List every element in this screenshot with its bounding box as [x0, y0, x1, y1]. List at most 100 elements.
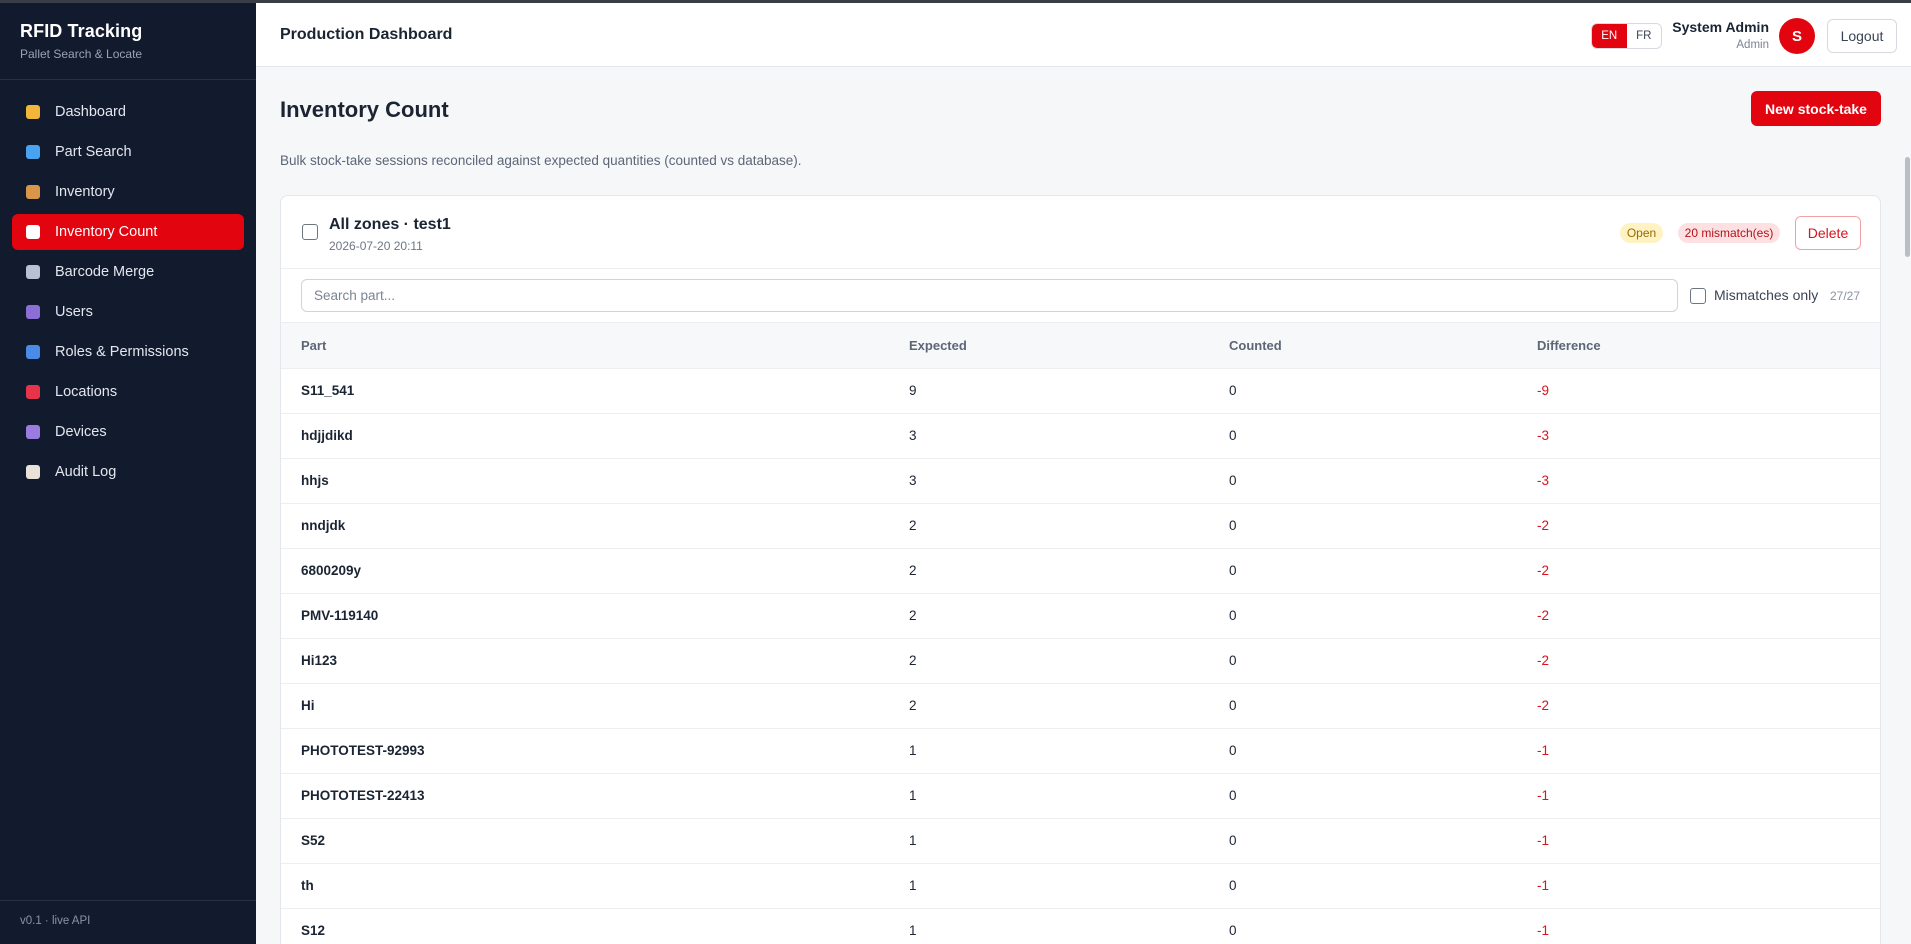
link-icon	[26, 265, 40, 279]
document-icon	[26, 465, 40, 479]
part-cell: nndjdk	[281, 503, 909, 549]
expected-cell: 9	[909, 368, 1229, 414]
table-row[interactable]: PMV-119140 2 0 -2	[281, 593, 1880, 639]
expected-cell: 1	[909, 818, 1229, 864]
avatar[interactable]: S	[1779, 18, 1815, 54]
sidebar-item-audit-log[interactable]: Audit Log	[12, 454, 244, 490]
table-row[interactable]: hdjjdikd 3 0 -3	[281, 413, 1880, 459]
status-badge: Open	[1620, 223, 1663, 243]
difference-cell: -2	[1537, 683, 1880, 729]
column-header-difference[interactable]: Difference	[1537, 323, 1880, 369]
difference-cell: -1	[1537, 863, 1880, 909]
new-stock-take-button[interactable]: New stock-take	[1751, 91, 1881, 126]
logout-button[interactable]: Logout	[1827, 19, 1897, 53]
expected-cell: 3	[909, 413, 1229, 459]
mismatch-badge: 20 mismatch(es)	[1678, 223, 1780, 243]
sidebar-item-label: Roles & Permissions	[55, 344, 189, 360]
counted-cell: 0	[1229, 458, 1537, 504]
mismatches-only-label[interactable]: Mismatches only	[1714, 287, 1818, 303]
table-row[interactable]: S12 1 0 -1	[281, 908, 1880, 944]
sidebar-item-locations[interactable]: Locations	[12, 374, 244, 410]
page-scrollbar[interactable]	[1903, 67, 1911, 944]
column-header-expected[interactable]: Expected	[909, 323, 1229, 369]
table-row[interactable]: Hi123 2 0 -2	[281, 638, 1880, 684]
table-row[interactable]: th 1 0 -1	[281, 863, 1880, 909]
lang-en-button[interactable]: EN	[1592, 24, 1627, 48]
sidebar-item-label: Inventory Count	[55, 224, 158, 240]
stock-take-session-card: All zones · test1 2026-07-20 20:11 Open …	[280, 195, 1881, 944]
part-cell: S12	[281, 908, 909, 944]
sidebar-nav: Dashboard Part Search Inventory Inventory C…	[0, 80, 256, 490]
user-name: System Admin	[1672, 19, 1769, 35]
counted-cell: 0	[1229, 638, 1537, 684]
part-cell: hhjs	[281, 458, 909, 504]
part-cell: PMV-119140	[281, 593, 909, 639]
counted-cell: 0	[1229, 728, 1537, 774]
table-row[interactable]: PHOTOTEST-22413 1 0 -1	[281, 773, 1880, 819]
part-cell: PHOTOTEST-92993	[281, 728, 909, 774]
search-input[interactable]	[301, 279, 1678, 312]
counted-cell: 0	[1229, 413, 1537, 459]
sidebar-item-part-search[interactable]: Part Search	[12, 134, 244, 170]
mismatches-only-checkbox[interactable]	[1690, 288, 1706, 304]
part-cell: Hi	[281, 683, 909, 729]
scrollbar-thumb[interactable]	[1905, 157, 1910, 257]
expected-cell: 2	[909, 638, 1229, 684]
difference-cell: -2	[1537, 548, 1880, 594]
table-row[interactable]: S52 1 0 -1	[281, 818, 1880, 864]
part-cell: S11_541	[281, 368, 909, 414]
table-header-row: Part Expected Counted Difference	[281, 323, 1880, 369]
version-footer: v0.1 · live API	[0, 900, 256, 944]
sidebar-item-dashboard[interactable]: Dashboard	[12, 94, 244, 130]
sidebar-item-barcode-merge[interactable]: Barcode Merge	[12, 254, 244, 290]
search-row: Mismatches only 27/27	[281, 269, 1880, 323]
magnifier-icon	[26, 145, 40, 159]
lang-fr-button[interactable]: FR	[1627, 24, 1662, 48]
expected-cell: 1	[909, 728, 1229, 774]
table-row[interactable]: hhjs 3 0 -3	[281, 458, 1880, 504]
sidebar-item-users[interactable]: Users	[12, 294, 244, 330]
sidebar-item-label: Part Search	[55, 144, 132, 160]
sidebar-item-inventory-count[interactable]: Inventory Count	[12, 214, 244, 250]
sidebar-item-label: Dashboard	[55, 104, 126, 120]
header-title: Production Dashboard	[280, 26, 453, 43]
page-description: Bulk stock-take sessions reconciled agai…	[280, 153, 802, 168]
expected-cell: 2	[909, 548, 1229, 594]
expected-cell: 3	[909, 458, 1229, 504]
counted-cell: 0	[1229, 683, 1537, 729]
session-date: 2026-07-20 20:11	[329, 239, 423, 253]
page-title: Inventory Count	[280, 97, 449, 122]
column-header-counted[interactable]: Counted	[1229, 323, 1537, 369]
sidebar-item-label: Audit Log	[55, 464, 117, 480]
table-row[interactable]: nndjdk 2 0 -2	[281, 503, 1880, 549]
table-row[interactable]: Hi 2 0 -2	[281, 683, 1880, 729]
sidebar-item-label: Locations	[55, 384, 118, 400]
session-select-checkbox[interactable]	[302, 224, 318, 240]
counted-cell: 0	[1229, 818, 1537, 864]
package-icon	[26, 185, 40, 199]
expected-cell: 1	[909, 908, 1229, 944]
language-toggle: EN FR	[1591, 23, 1662, 49]
table-row[interactable]: 6800209y 2 0 -2	[281, 548, 1880, 594]
part-cell: Hi123	[281, 638, 909, 684]
sidebar-item-label: Devices	[55, 424, 107, 440]
counted-cell: 0	[1229, 773, 1537, 819]
difference-cell: -3	[1537, 413, 1880, 459]
difference-cell: -9	[1537, 368, 1880, 414]
brand-subtitle: Pallet Search & Locate	[20, 47, 143, 61]
session-title[interactable]: All zones · test1	[329, 216, 451, 234]
column-header-part[interactable]: Part	[281, 323, 909, 369]
table-row[interactable]: PHOTOTEST-92993 1 0 -1	[281, 728, 1880, 774]
difference-cell: -1	[1537, 908, 1880, 944]
difference-cell: -2	[1537, 638, 1880, 684]
table-row[interactable]: S11_541 9 0 -9	[281, 368, 1880, 414]
shield-icon	[26, 345, 40, 359]
device-icon	[26, 425, 40, 439]
inventory-count-table: Part Expected Counted Difference S11_541…	[281, 323, 1880, 944]
top-header: Production Dashboard EN FR System Admin …	[256, 3, 1911, 67]
sidebar-item-inventory[interactable]: Inventory	[12, 174, 244, 210]
difference-cell: -2	[1537, 503, 1880, 549]
sidebar-item-roles-permissions[interactable]: Roles & Permissions	[12, 334, 244, 370]
sidebar-item-devices[interactable]: Devices	[12, 414, 244, 450]
delete-session-button[interactable]: Delete	[1795, 216, 1861, 250]
